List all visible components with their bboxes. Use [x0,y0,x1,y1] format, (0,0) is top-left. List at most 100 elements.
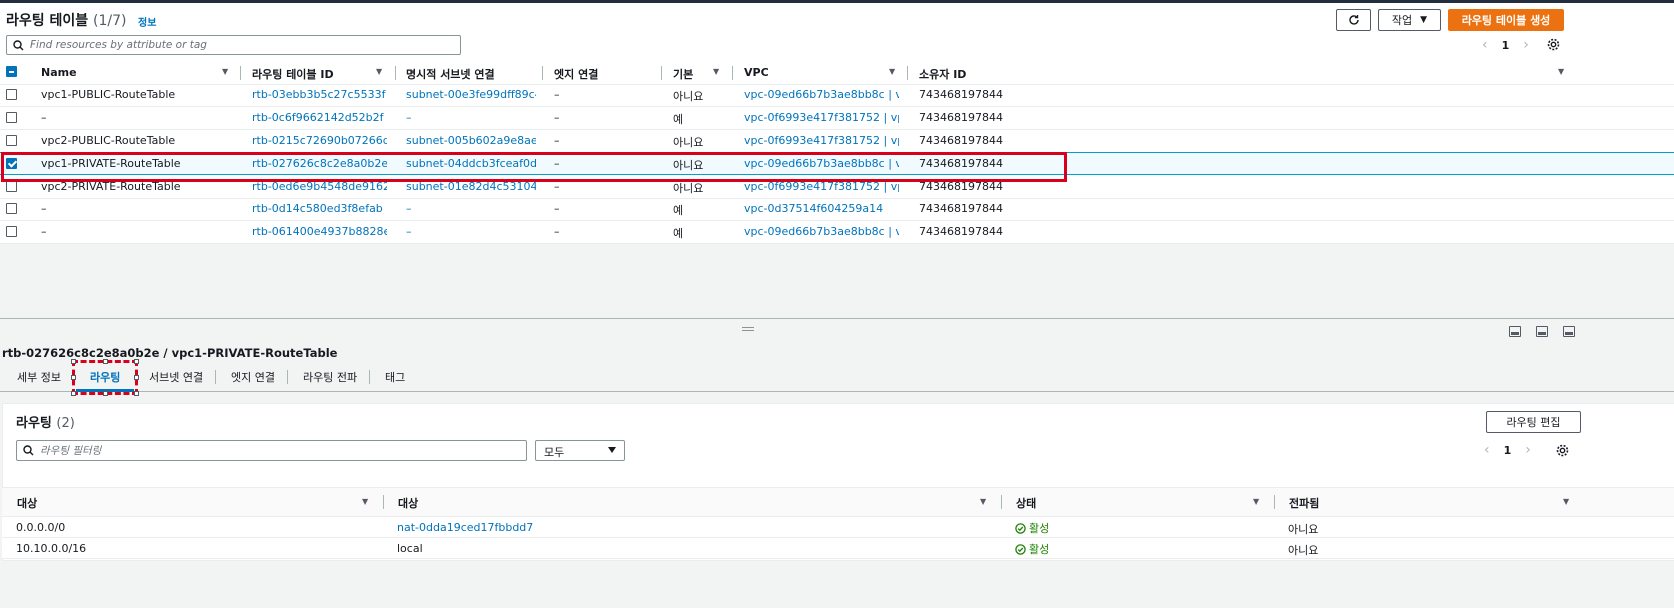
col-vpc[interactable]: VPC [744,66,769,79]
table-row[interactable]: vpc2-PRIVATE-RouteTable rtb-0ed6e9b4548de… [0,176,1674,199]
table-row[interactable]: vpc2-PUBLIC-RouteTable rtb-0215c72690b072… [0,130,1674,153]
refresh-button[interactable] [1336,9,1371,31]
page-title-text: 라우팅 테이블 [6,13,89,29]
sort-icon[interactable]: ▼ [980,497,986,506]
route-destination: 10.10.0.0/16 [16,542,87,555]
row-checkbox[interactable] [6,181,17,192]
row-subnet-link[interactable]: – [406,202,536,215]
sort-icon[interactable]: ▼ [362,497,368,506]
sort-icon[interactable]: ▼ [713,67,719,76]
edit-routes-button[interactable]: 라우팅 편집 [1486,411,1581,433]
col-target[interactable]: 대상 [398,495,418,511]
route-row[interactable]: 10.10.0.0/16 local 활성 아니요 [2,538,1674,559]
row-checkbox[interactable] [6,112,17,123]
col-name[interactable]: Name [41,66,77,79]
resource-search-input[interactable]: Find resources by attribute or tag [6,35,461,55]
layout-side-icon[interactable] [1536,326,1548,337]
tab-route-propagation[interactable]: 라우팅 전파 [303,369,357,385]
row-route-table-id-link[interactable]: rtb-027626c8c2e8a0b2e [252,157,387,170]
select-all-checkbox[interactable] [6,66,17,77]
col-status[interactable]: 상태 [1016,495,1036,511]
create-route-table-button[interactable]: 라우팅 테이블 생성 [1448,9,1564,31]
prev-page-icon[interactable]: ‹ [1484,442,1490,458]
row-route-table-id-link[interactable]: rtb-0ed6e9b4548de9162 [252,180,387,193]
route-filter-select[interactable]: 모두 [535,440,625,461]
info-link[interactable]: 정보 [138,14,156,29]
sort-icon[interactable]: ▼ [1563,497,1569,506]
col-route-table-id[interactable]: 라우팅 테이블 ID [252,66,334,82]
sort-icon[interactable]: ▼ [1558,67,1564,76]
resize-handle-icon[interactable] [742,327,754,331]
row-subnet-link[interactable]: – [406,225,536,238]
row-route-table-id-link[interactable]: rtb-0c6f9662142d52b2f [252,111,387,124]
row-vpc-link[interactable]: vpc-0f6993e417f381752 | vpc2… [744,134,899,147]
row-name: – [41,111,47,124]
row-checkbox[interactable] [6,203,17,214]
row-checkbox[interactable] [6,158,17,169]
page-number[interactable]: 1 [1502,39,1510,52]
split-divider[interactable] [0,318,1674,319]
row-route-table-id-link[interactable]: rtb-03ebb3b5c27c5533f [252,88,387,101]
row-owner-id: 743468197844 [919,111,1003,124]
row-vpc-link[interactable]: vpc-0f6993e417f381752 | vpc2… [744,111,899,124]
col-main[interactable]: 기본 [673,66,693,82]
tab-subnet-associations[interactable]: 서브넷 연결 [149,369,203,385]
col-owner-id[interactable]: 소유자 ID [919,66,966,82]
check-circle-icon [1015,543,1026,555]
row-name: vpc2-PUBLIC-RouteTable [41,134,176,147]
prev-page-icon[interactable]: ‹ [1482,37,1488,53]
col-explicit-subnet[interactable]: 명시적 서브넷 연결 [406,66,495,82]
routes-settings-gear-icon[interactable] [1556,444,1569,457]
next-page-icon[interactable]: › [1525,442,1531,458]
sort-icon[interactable]: ▼ [889,67,895,76]
row-vpc-link[interactable]: vpc-0f6993e417f381752 | vpc2… [744,180,899,193]
settings-gear-icon[interactable] [1547,38,1560,51]
row-vpc-link[interactable]: vpc-09ed66b7b3ae8bb8c | vpc… [744,225,899,238]
row-subnet-link[interactable]: subnet-01e82d4c53104b… [406,180,536,193]
row-subnet-link[interactable]: subnet-005b602a9e8aeb… [406,134,536,147]
row-owner-id: 743468197844 [919,180,1003,193]
route-row[interactable]: 0.0.0.0/0 nat-0dda19ced17fbbdd7 활성 아니요 [2,517,1674,538]
row-vpc-link[interactable]: vpc-0d37514f604259a14 [744,202,899,215]
sort-icon[interactable]: ▼ [1253,497,1259,506]
tab-selection-highlight [71,359,139,396]
next-page-icon[interactable]: › [1523,37,1529,53]
table-row[interactable]: vpc1-PRIVATE-RouteTable rtb-027626c8c2e8a… [0,152,1674,175]
row-checkbox[interactable] [6,135,17,146]
row-route-table-id-link[interactable]: rtb-0215c72690b07266d [252,134,387,147]
col-destination[interactable]: 대상 [17,495,37,511]
row-subnet-link[interactable]: subnet-00e3fe99dff89c4… [406,88,536,101]
tab-details[interactable]: 세부 정보 [17,369,61,385]
routes-page-number[interactable]: 1 [1504,444,1512,457]
sort-icon[interactable]: ▼ [376,67,382,76]
row-main: 아니요 [673,159,704,172]
row-subnet-link[interactable]: – [406,111,536,124]
row-route-table-id-link[interactable]: rtb-0d14c580ed3f8efab [252,202,387,215]
route-filter-input[interactable]: 라우팅 필터링 [16,440,527,461]
sort-icon[interactable]: ▼ [222,67,228,76]
layout-bottom-icon[interactable] [1509,326,1521,337]
row-edge: – [554,111,560,124]
row-vpc-link[interactable]: vpc-09ed66b7b3ae8bb8c | vpc… [744,157,899,170]
row-subnet-link[interactable]: subnet-04ddcb3fceaf0d3… [406,157,536,170]
actions-button[interactable]: 작업 ▼ [1378,9,1441,31]
row-checkbox[interactable] [6,226,17,237]
row-vpc-link[interactable]: vpc-09ed66b7b3ae8bb8c | vpc… [744,88,899,101]
table-row[interactable]: – rtb-061400e4937b8828e – – 예 vpc-09ed66b7b3a… [0,221,1674,244]
row-checkbox[interactable] [6,89,17,100]
route-target[interactable]: nat-0dda19ced17fbbdd7 [397,521,533,534]
row-main: 아니요 [673,136,704,149]
col-edge[interactable]: 엣지 연결 [554,66,598,82]
layout-full-icon[interactable] [1563,326,1575,337]
pane-layout-controls [1509,326,1575,337]
table-row[interactable]: vpc1-PUBLIC-RouteTable rtb-03ebb3b5c27c55… [0,84,1674,107]
tab-edge-associations[interactable]: 엣지 연결 [231,369,275,385]
table-row[interactable]: – rtb-0c6f9662142d52b2f – – 예 vpc-0f6993e417f… [0,107,1674,130]
tab-tags[interactable]: 태그 [385,369,405,385]
col-propagated[interactable]: 전파됨 [1289,495,1319,511]
search-icon [23,445,34,456]
row-route-table-id-link[interactable]: rtb-061400e4937b8828e [252,225,387,238]
pagination: ‹ 1 › [1482,37,1529,53]
route-table-header: Name ▼ 라우팅 테이블 ID ▼ 명시적 서브넷 연결 엣지 연결 기본 … [0,61,1674,85]
table-row[interactable]: – rtb-0d14c580ed3f8efab – – 예 vpc-0d37514f604… [0,198,1674,221]
